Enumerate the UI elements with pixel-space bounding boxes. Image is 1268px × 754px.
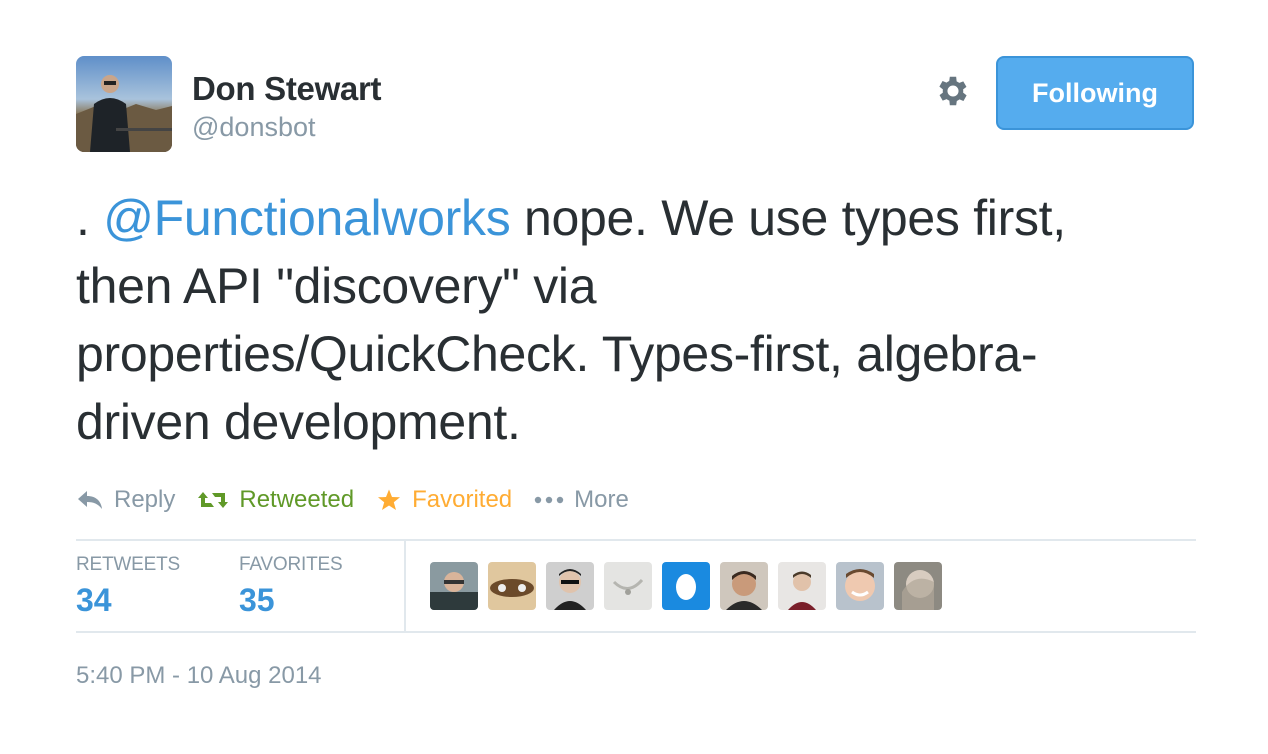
favoriter-avatar-3[interactable] [546,562,594,610]
gear-icon[interactable] [934,72,972,110]
tweet-text-line2: then API "discovery" via [76,258,597,314]
favoriter-avatar-4[interactable] [604,562,652,610]
retweet-label: Retweeted [239,486,355,513]
tweet-card: Don Stewart @donsbot Following . @Functi… [0,0,1268,754]
tweet-actions: Reply Retweeted Favorited More [76,484,651,516]
author-avatar[interactable] [76,56,172,152]
tweet-text-line4: driven development. [76,394,521,450]
stats-divider-bottom [76,631,1196,633]
favorites-stat[interactable]: FAVORITES 35 [239,554,343,619]
retweets-stat[interactable]: RETWEETS 34 [76,554,180,619]
reply-label: Reply [114,486,176,513]
retweets-label: RETWEETS [76,554,180,575]
tweet-timestamp[interactable]: 5:40 PM - 10 Aug 2014 [76,662,322,690]
default-egg-avatar[interactable] [662,562,710,610]
favoriters-avatar-row [430,562,952,610]
more-label: More [574,486,629,513]
tweet-text-prefix: . [76,190,104,246]
mention-link[interactable]: @Functionalworks [103,190,511,246]
more-button[interactable]: More [534,486,629,514]
favoriter-avatar-7[interactable] [778,562,826,610]
stats-divider-top [76,539,1196,541]
more-dots-icon [534,496,564,504]
stats-divider-vertical [404,540,406,632]
favoriter-avatar-2[interactable] [488,562,536,610]
retweet-icon [198,492,229,508]
author-screen-name[interactable]: @donsbot [192,112,316,143]
favoriter-avatar-8[interactable] [836,562,884,610]
tweet-text: . @Functionalworks nope. We use types fi… [76,184,1206,456]
tweet-text-line3: properties/QuickCheck. Types-first, alge… [76,326,1038,382]
tweet-text-line1: nope. We use types first, [510,190,1066,246]
retweets-count: 34 [76,582,112,618]
reply-icon [78,491,102,509]
favorite-label: Favorited [412,486,513,513]
favorites-label: FAVORITES [239,554,343,575]
retweet-button[interactable]: Retweeted [197,486,354,514]
favorite-button[interactable]: Favorited [376,486,512,514]
star-icon [378,489,401,510]
reply-button[interactable]: Reply [76,486,175,514]
favoriter-avatar-6[interactable] [720,562,768,610]
author-full-name[interactable]: Don Stewart [192,70,382,108]
favoriter-avatar-9[interactable] [894,562,942,610]
following-button[interactable]: Following [996,56,1194,130]
favoriter-avatar-1[interactable] [430,562,478,610]
favorites-count: 35 [239,582,275,618]
